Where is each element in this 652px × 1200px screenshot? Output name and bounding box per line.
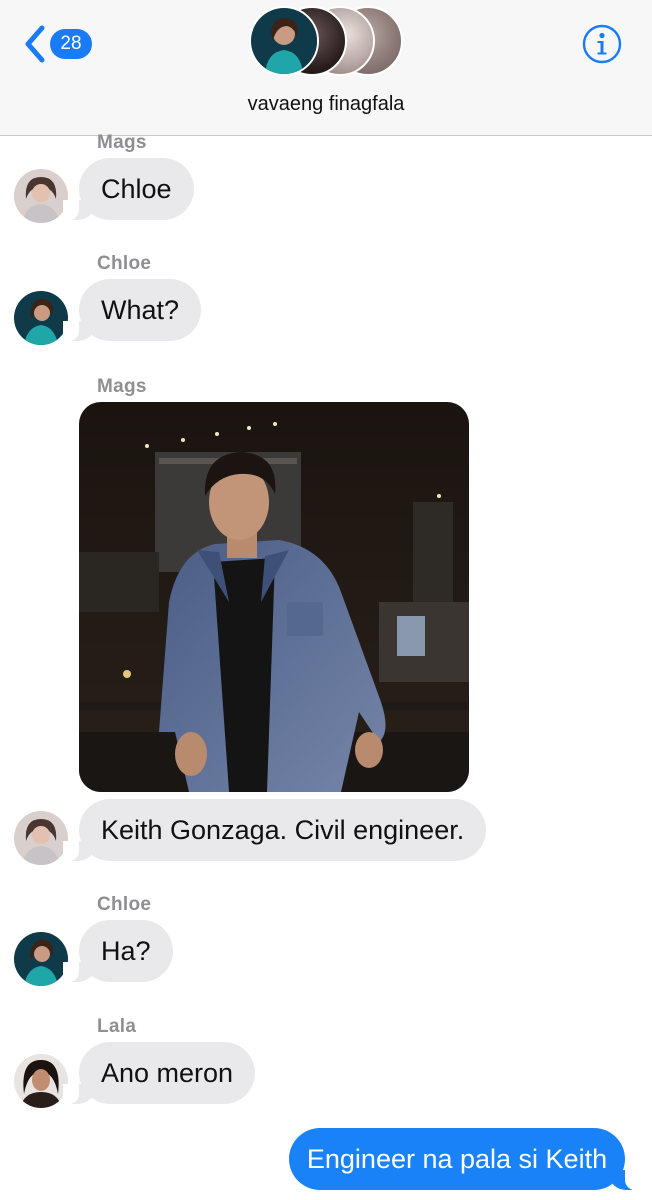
avatar-chloe[interactable] <box>14 932 68 986</box>
avatar-mags[interactable] <box>14 811 68 865</box>
unread-count-badge: 28 <box>50 29 92 59</box>
info-icon <box>582 24 622 64</box>
incoming-message-bubble[interactable]: Ha? <box>63 920 173 982</box>
conversation-header: 28 vavaeng finagfala <box>0 0 652 136</box>
sender-name: Mags <box>97 132 147 153</box>
sender-name: Chloe <box>97 253 152 274</box>
avatar-chloe[interactable] <box>14 291 68 345</box>
group-avatars[interactable] <box>249 6 409 78</box>
chevron-left-icon <box>25 25 45 63</box>
outgoing-message-bubble[interactable]: Engineer na pala si Keith <box>289 1128 641 1190</box>
incoming-message-bubble[interactable]: What? <box>62 279 202 341</box>
group-avatar-1 <box>249 6 319 76</box>
group-name[interactable]: vavaeng finagfala <box>0 93 652 116</box>
sender-name: Lala <box>97 1016 137 1037</box>
sender-name: Chloe <box>97 894 152 915</box>
incoming-message-bubble[interactable]: Ano meron <box>62 1042 256 1104</box>
shared-photo[interactable] <box>79 402 469 792</box>
incoming-message-bubble[interactable]: Keith Gonzaga. Civil engineer. <box>62 799 487 861</box>
incoming-message-bubble[interactable]: Chloe <box>63 158 194 220</box>
back-button[interactable]: 28 <box>22 24 92 64</box>
avatar-mags[interactable] <box>14 169 68 223</box>
sender-name: Mags <box>97 376 147 397</box>
info-button[interactable] <box>582 24 622 64</box>
avatar-lala[interactable] <box>14 1054 68 1108</box>
